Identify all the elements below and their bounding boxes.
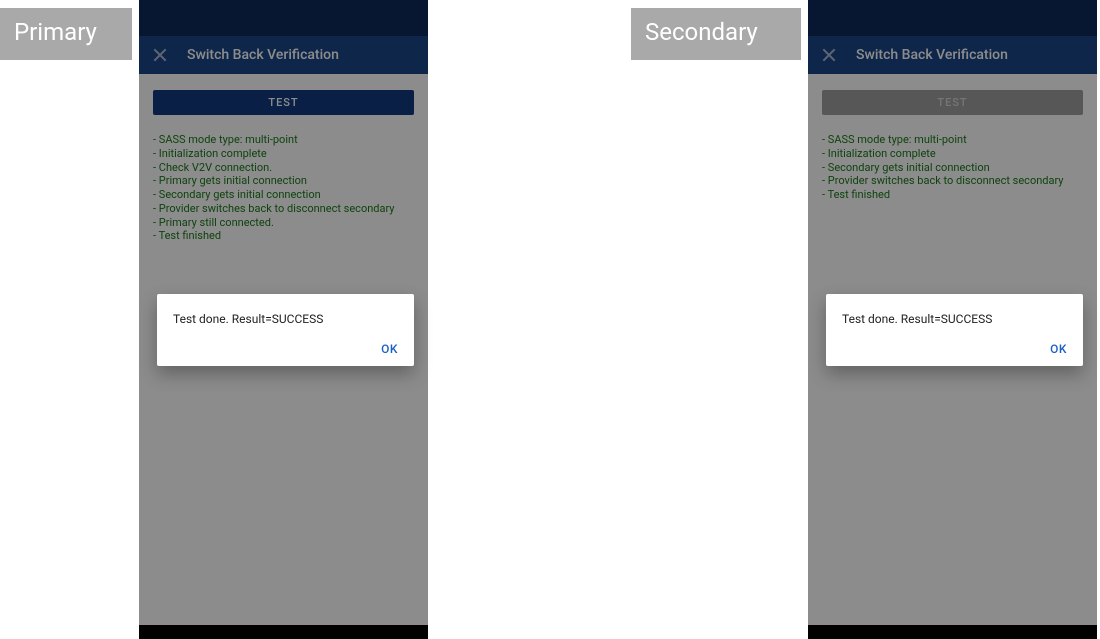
dialog-message: Test done. Result=SUCCESS bbox=[173, 312, 398, 326]
log-line: Secondary gets initial connection bbox=[153, 188, 414, 202]
page-title: Switch Back Verification bbox=[856, 47, 1008, 63]
nav-bar bbox=[139, 625, 428, 639]
result-dialog: Test done. Result=SUCCESS OK bbox=[157, 294, 414, 366]
status-bar bbox=[139, 0, 428, 36]
log-line: Check V2V connection. bbox=[153, 161, 414, 175]
log-line: SASS mode type: multi-point bbox=[822, 133, 1083, 147]
dialog-ok-button[interactable]: OK bbox=[1050, 342, 1067, 356]
log-line: Test finished bbox=[153, 229, 414, 243]
close-icon[interactable] bbox=[822, 48, 836, 62]
close-icon[interactable] bbox=[153, 48, 167, 62]
test-button: TEST bbox=[822, 90, 1083, 115]
log-line: Initialization complete bbox=[153, 147, 414, 161]
log-line: Test finished bbox=[822, 188, 1083, 202]
result-dialog: Test done. Result=SUCCESS OK bbox=[826, 294, 1083, 366]
log-line: Secondary gets initial connection bbox=[822, 161, 1083, 175]
log-line: Primary gets initial connection bbox=[153, 174, 414, 188]
nav-bar bbox=[808, 625, 1097, 639]
log-line: SASS mode type: multi-point bbox=[153, 133, 414, 147]
log-line: Provider switches back to disconnect sec… bbox=[153, 202, 414, 216]
dialog-ok-button[interactable]: OK bbox=[381, 342, 398, 356]
log-line: Initialization complete bbox=[822, 147, 1083, 161]
log-output: SASS mode type: multi-pointInitializatio… bbox=[822, 133, 1083, 202]
app-bar: Switch Back Verification bbox=[808, 36, 1097, 74]
log-output: SASS mode type: multi-pointInitializatio… bbox=[153, 133, 414, 243]
log-line: Provider switches back to disconnect sec… bbox=[822, 174, 1083, 188]
status-bar bbox=[808, 0, 1097, 36]
tag-secondary: Secondary bbox=[631, 8, 801, 60]
app-bar: Switch Back Verification bbox=[139, 36, 428, 74]
phone-primary: Switch Back Verification TEST SASS mode … bbox=[139, 0, 428, 639]
dialog-message: Test done. Result=SUCCESS bbox=[842, 312, 1067, 326]
log-line: Primary still connected. bbox=[153, 216, 414, 230]
tag-primary: Primary bbox=[0, 8, 132, 60]
page-title: Switch Back Verification bbox=[187, 47, 339, 63]
phone-secondary: Switch Back Verification TEST SASS mode … bbox=[808, 0, 1097, 639]
test-button[interactable]: TEST bbox=[153, 90, 414, 115]
